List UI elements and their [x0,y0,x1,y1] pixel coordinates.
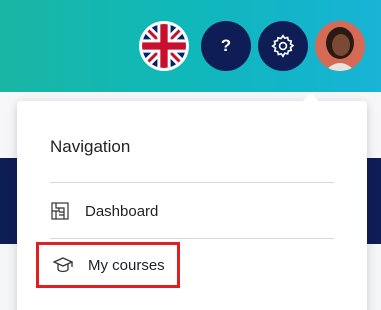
menu-item-label: Dashboard [85,202,159,220]
divider [50,182,334,183]
dropdown-caret [302,93,320,102]
avatar-icon [315,21,365,71]
settings-button[interactable] [258,21,308,71]
user-menu-dropdown: Navigation Dashboard My courses [17,93,367,310]
divider [50,238,334,239]
dropdown-title: Navigation [50,137,131,156]
help-icon: ? [220,36,232,55]
language-button[interactable] [139,21,189,71]
uk-flag-icon [142,24,186,68]
gear-icon [271,34,295,58]
menu-item-my-courses[interactable]: My courses [36,242,180,288]
help-button[interactable]: ? [201,21,251,71]
top-header: ? [0,0,381,92]
dashboard-icon [50,201,70,221]
app-root: ? Navigation Dashboard My courses [0,0,381,310]
user-avatar[interactable] [315,21,365,71]
menu-item-label: My courses [88,256,165,274]
graduation-cap-icon [53,255,73,275]
menu-item-dashboard[interactable]: Dashboard [50,197,158,225]
